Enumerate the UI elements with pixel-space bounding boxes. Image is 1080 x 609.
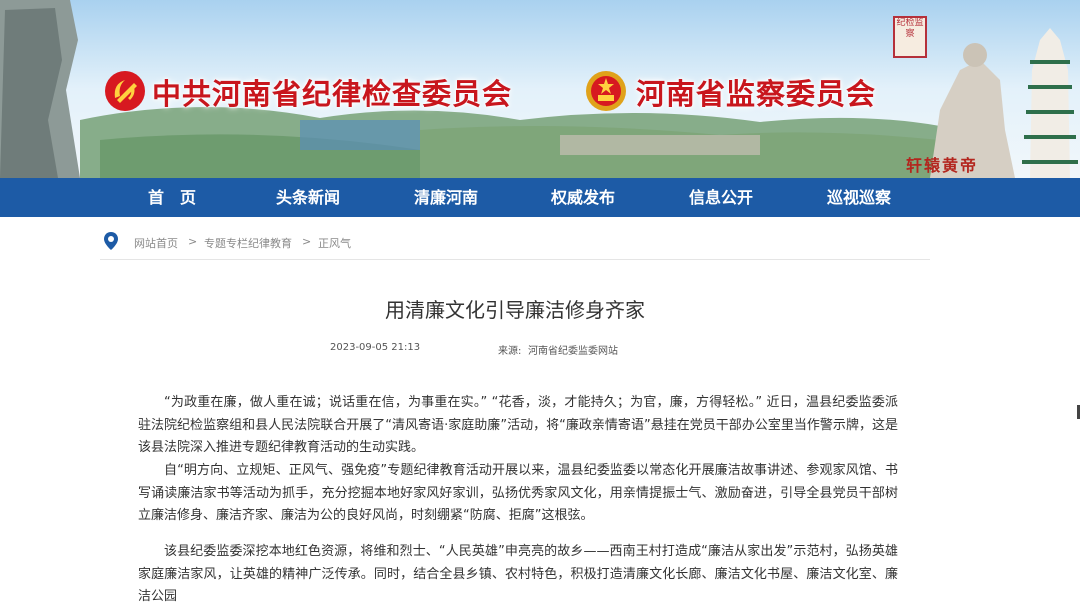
- article-source: 河南省纪委监委网站: [528, 346, 618, 357]
- seal-stamp: 纪检监察: [893, 16, 927, 58]
- article-paragraph: “为政重在廉，做人重在诚；说话重在信，为事重在实。” “花香，淡，才能持久；为官…: [138, 395, 898, 455]
- divider: [100, 259, 930, 260]
- breadcrumb-home[interactable]: 网站首页: [134, 235, 178, 251]
- nav-home[interactable]: 首 页: [148, 178, 196, 217]
- article-title: 用清廉文化引导廉洁修身齐家: [385, 298, 645, 322]
- nav-clean-henan[interactable]: 清廉河南: [414, 178, 478, 217]
- national-emblem-icon: [586, 71, 626, 111]
- nav-information-disclosure[interactable]: 信息公开: [689, 178, 753, 217]
- nav-headlines[interactable]: 头条新闻: [276, 178, 340, 217]
- nav-authoritative-release[interactable]: 权威发布: [551, 178, 615, 217]
- breadcrumb-current[interactable]: 正风气: [318, 235, 351, 251]
- supervision-commission-title: 河南省监察委员会: [636, 77, 877, 111]
- breadcrumb-separator: >: [188, 235, 198, 248]
- nav-inspection[interactable]: 巡视巡察: [827, 178, 891, 217]
- breadcrumb-separator: >: [302, 235, 312, 248]
- statue-inscription: 轩辕黄帝: [906, 156, 979, 175]
- article-paragraph: 该县纪委监委深挖本地红色资源，将维和烈士、“人民英雄”申亮亮的故乡——西南王村打…: [138, 544, 898, 604]
- location-pin-icon: [104, 232, 118, 250]
- party-emblem-icon: [105, 71, 145, 111]
- article-date: 2023-09-05 21:13: [330, 342, 421, 353]
- party-commission-title: 中共河南省纪律检查委员会: [152, 77, 513, 111]
- breadcrumb-topic[interactable]: 专题专栏纪律教育: [204, 235, 292, 251]
- site-banner: 中共河南省纪律检查委员会 河南省监察委员会 纪检监察 轩辕黄帝: [0, 0, 1080, 178]
- article-paragraph: 自“明方向、立规矩、正风气、强免疫”专题纪律教育活动开展以来，温县纪委监委以常态…: [138, 463, 898, 523]
- article-source-label: 来源:: [498, 346, 522, 357]
- main-navigation: 首 页 头条新闻 清廉河南 权威发布 信息公开 巡视巡察: [0, 178, 1080, 217]
